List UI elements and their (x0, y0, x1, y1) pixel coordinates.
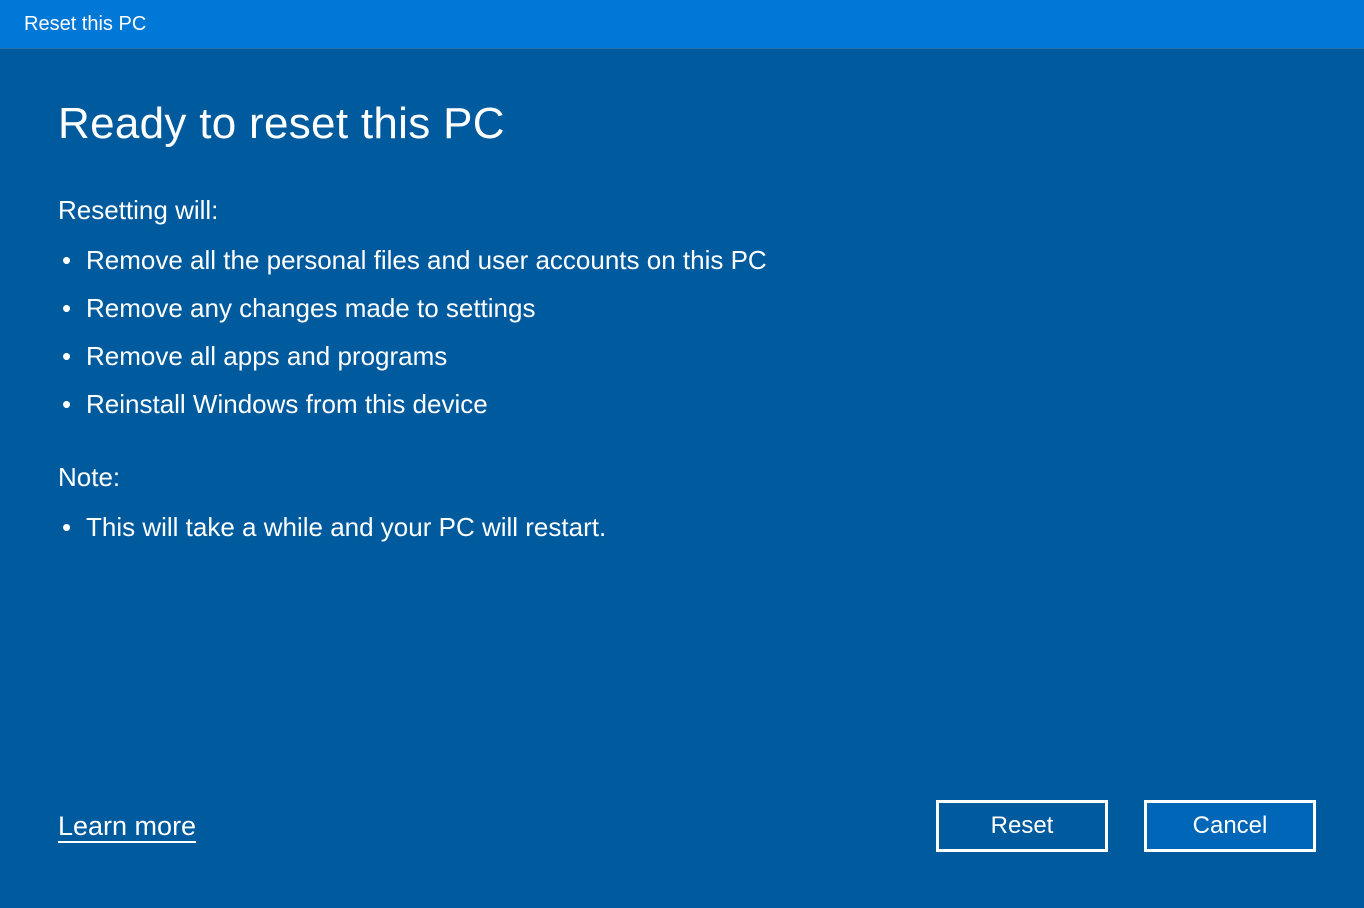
list-item: Remove all apps and programs (62, 332, 1306, 380)
resetting-list: Remove all the personal files and user a… (58, 236, 1306, 428)
page-title: Ready to reset this PC (58, 99, 1306, 149)
reset-button[interactable]: Reset (936, 800, 1108, 852)
note-list: This will take a while and your PC will … (58, 503, 1306, 551)
footer: Learn more Reset Cancel (58, 800, 1316, 852)
titlebar: Reset this PC (0, 0, 1364, 48)
list-item: Reinstall Windows from this device (62, 380, 1306, 428)
cancel-button[interactable]: Cancel (1144, 800, 1316, 852)
content-area: Ready to reset this PC Resetting will: R… (0, 48, 1364, 908)
button-row: Reset Cancel (936, 800, 1316, 852)
list-item: Remove any changes made to settings (62, 284, 1306, 332)
list-item: Remove all the personal files and user a… (62, 236, 1306, 284)
learn-more-link[interactable]: Learn more (58, 811, 196, 842)
list-item: This will take a while and your PC will … (62, 503, 1306, 551)
window-title: Reset this PC (24, 13, 146, 36)
resetting-label: Resetting will: (58, 195, 1306, 226)
note-label: Note: (58, 462, 1306, 493)
